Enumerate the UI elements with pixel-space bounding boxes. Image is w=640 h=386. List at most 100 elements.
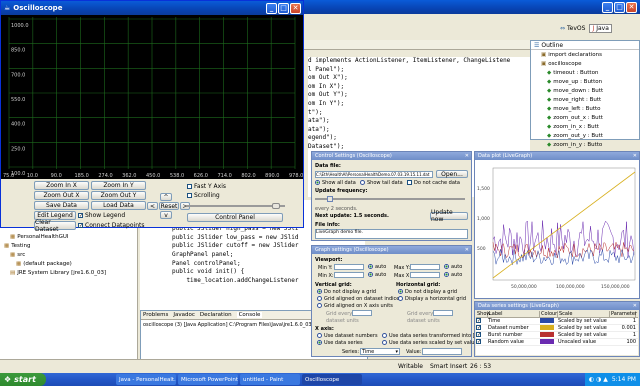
- close-icon[interactable]: ✕: [290, 2, 301, 14]
- column-header[interactable]: Scale: [558, 311, 610, 317]
- reset-button[interactable]: Reset: [159, 202, 179, 210]
- close-icon[interactable]: ✕: [633, 153, 637, 159]
- show-tail-radio[interactable]: Show tail data: [360, 180, 403, 186]
- taskbar-item[interactable]: untitled - Paint: [240, 374, 300, 385]
- outline-item[interactable]: ◆ zoom_in_x : Butt: [541, 123, 639, 132]
- move-down-button[interactable]: v: [160, 211, 172, 219]
- zoom-out-y-button[interactable]: Zoom Out Y: [91, 191, 146, 200]
- show-legend-checkbox[interactable]: ✓ Show Legend: [78, 212, 125, 219]
- package-tree-item[interactable]: ▦ src: [0, 251, 137, 260]
- xaxis-option-transformed[interactable]: Use data series transformed into [0, 1]: [382, 333, 486, 339]
- oscilloscope-title-bar[interactable]: ☕ Oscilloscope _ □ ✕: [1, 1, 303, 15]
- show-all-radio[interactable]: Show all data: [315, 180, 356, 186]
- connect-datapoints-checkbox[interactable]: ✓ Connect Datapoints: [78, 222, 144, 229]
- move-up-button[interactable]: ^: [160, 193, 172, 201]
- close-icon[interactable]: ✕: [633, 303, 637, 309]
- outline-item[interactable]: ◆ zoom_out_x : Butt: [541, 114, 639, 123]
- outline-item[interactable]: ◆ zoom_in_y : Butto: [541, 141, 639, 150]
- column-header[interactable]: Colour: [540, 311, 558, 317]
- table-row[interactable]: ✓ Random value Unscaled value 100: [476, 338, 638, 346]
- maximize-icon[interactable]: □: [614, 1, 625, 13]
- close-icon[interactable]: ✕: [465, 153, 469, 159]
- vgrid-option-indices[interactable]: Grid aligned on dataset indices: [317, 296, 402, 302]
- outline-item[interactable]: ▣ import declarations: [541, 51, 639, 60]
- control-panel-button[interactable]: Control Panel: [187, 213, 283, 222]
- show-checkbox[interactable]: ✓: [476, 332, 481, 338]
- update-frequency-slider[interactable]: [315, 196, 465, 202]
- scroll-slider[interactable]: [187, 203, 285, 209]
- move-left-button[interactable]: <: [147, 202, 158, 210]
- min-x-field[interactable]: [334, 272, 364, 278]
- control-settings-title[interactable]: Control Settings (Oscilloscope) ✕: [312, 152, 471, 160]
- outline-item[interactable]: ◆ move_up : Button: [541, 78, 639, 87]
- package-tree-item[interactable]: ▦ Testing: [0, 242, 137, 251]
- min-y-auto-radio[interactable]: auto: [368, 264, 386, 270]
- colour-swatch[interactable]: [540, 338, 558, 346]
- outline-item[interactable]: ▣ oscilloscope: [541, 60, 639, 69]
- column-header[interactable]: Show: [476, 311, 491, 317]
- taskbar-item[interactable]: Microsoft PowerPoint...: [178, 374, 238, 385]
- value-field[interactable]: [422, 348, 462, 355]
- outline-item[interactable]: ◆ zoom_out_y : Butt: [541, 132, 639, 141]
- taskbar-item[interactable]: Oscilloscope: [302, 374, 362, 385]
- zoom-in-y-button[interactable]: Zoom In Y: [91, 181, 146, 190]
- close-icon[interactable]: ✕: [465, 247, 469, 253]
- outline-tab[interactable]: ☰ Outline: [531, 41, 639, 50]
- xaxis-option-series[interactable]: Use data series: [317, 340, 363, 346]
- minimize-icon[interactable]: _: [266, 2, 277, 14]
- hgrid-option-none[interactable]: Do not display a grid: [398, 289, 457, 295]
- column-header[interactable]: Label: [488, 311, 540, 317]
- xaxis-option-scaled[interactable]: Use data series scaled by set value: [382, 340, 477, 346]
- maximize-icon[interactable]: □: [278, 2, 289, 14]
- start-button[interactable]: ❖ start: [0, 373, 46, 386]
- minimize-icon[interactable]: _: [602, 1, 613, 13]
- outline-item[interactable]: ◆ move_right : Butt: [541, 96, 639, 105]
- vgrid-every-field[interactable]: [352, 310, 372, 316]
- package-tree-item[interactable]: ▤ JRE System Library [jre1.6.0_03]: [0, 269, 137, 278]
- data-file-field[interactable]: C:\Eth\HealthAI\PersonalHealthDemo.07.03…: [315, 171, 433, 178]
- slider-thumb[interactable]: [272, 203, 280, 209]
- show-checkbox[interactable]: ✓: [476, 318, 481, 324]
- clear-dataset-button[interactable]: Clear Dataset: [34, 219, 76, 233]
- show-checkbox[interactable]: ✓: [476, 325, 481, 331]
- fast-y-axis-checkbox[interactable]: Fast Y Axis: [187, 183, 226, 190]
- zoom-in-x-button[interactable]: Zoom In X: [34, 181, 89, 190]
- outline-item[interactable]: ◆ move_down : Butt: [541, 87, 639, 96]
- colour-swatch[interactable]: [540, 324, 558, 332]
- hgrid-option-display[interactable]: Display a horizontal grid: [398, 296, 466, 302]
- colour-swatch[interactable]: [540, 317, 558, 325]
- package-tree-item[interactable]: ▦ (default package): [0, 260, 137, 269]
- outline-item[interactable]: ◆ move_left : Butto: [541, 105, 639, 114]
- close-icon[interactable]: ✕: [626, 1, 637, 13]
- series-select[interactable]: Time ▾: [360, 348, 400, 355]
- column-header[interactable]: Parameter: [610, 311, 637, 317]
- max-y-field[interactable]: [410, 264, 440, 270]
- save-data-button[interactable]: Save Data: [34, 201, 89, 210]
- max-x-field[interactable]: [410, 272, 440, 278]
- series-settings-title[interactable]: Data series settings (LiveGraph) ✕: [475, 302, 639, 310]
- file-info-field[interactable]: LiveGraph demo file.: [315, 229, 468, 239]
- tab-problems[interactable]: Problems: [143, 312, 168, 318]
- update-now-button[interactable]: Update now: [430, 209, 468, 223]
- zoom-out-x-button[interactable]: Zoom Out X: [34, 191, 89, 200]
- open-button[interactable]: Open...: [436, 170, 468, 178]
- tab-console[interactable]: Console: [236, 312, 263, 318]
- tab-javadoc[interactable]: Javadoc: [173, 312, 195, 318]
- perspective-tevos[interactable]: ⇔ TevOS: [560, 25, 585, 32]
- min-y-field[interactable]: [334, 264, 364, 270]
- graph-settings-title[interactable]: Graph settings (Oscilloscope) ✕: [312, 246, 471, 254]
- perspective-java[interactable]: J Java: [589, 23, 612, 33]
- show-checkbox[interactable]: ✓: [476, 339, 481, 345]
- hgrid-every-field[interactable]: [433, 310, 453, 316]
- vgrid-option-none[interactable]: Do not display a grid: [317, 289, 376, 295]
- max-y-auto-radio[interactable]: auto: [444, 264, 462, 270]
- taskbar-item[interactable]: Java - PersonalHealt...: [116, 374, 176, 385]
- max-x-auto-radio[interactable]: auto: [444, 272, 462, 278]
- xaxis-option-numbers[interactable]: Use dataset numbers: [317, 333, 378, 339]
- outline-item[interactable]: ◆ timeout : Button: [541, 69, 639, 78]
- scrolling-checkbox[interactable]: Scrolling: [187, 192, 220, 199]
- no-cache-checkbox[interactable]: Do not cache data: [407, 180, 460, 186]
- load-data-button[interactable]: Load Data: [91, 201, 146, 210]
- tab-declaration[interactable]: Declaration: [200, 312, 232, 318]
- package-tree-item[interactable]: ▦ PersonalHealthGUI: [0, 233, 137, 242]
